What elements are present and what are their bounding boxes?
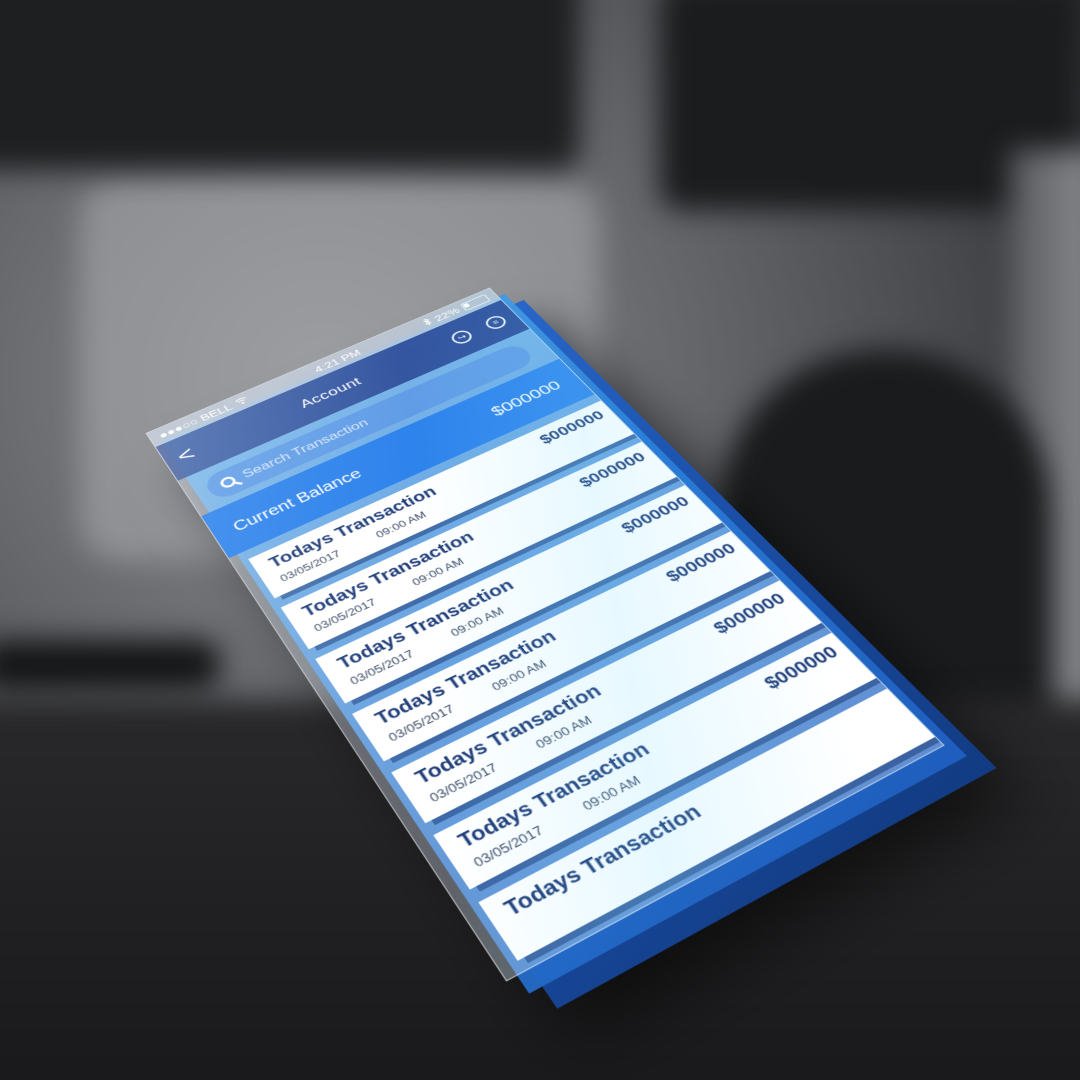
app-mockup: ●●●○○ BELL 4:21 PM 22% < Account ↪ ≡ Sea… bbox=[145, 287, 997, 1009]
menu-icon: ≡ bbox=[482, 313, 510, 332]
mockup-stage: ●●●○○ BELL 4:21 PM 22% < Account ↪ ≡ Sea… bbox=[0, 0, 1080, 1080]
back-button[interactable]: < bbox=[173, 439, 211, 468]
balance-value: $000000 bbox=[487, 377, 565, 420]
search-icon bbox=[218, 474, 239, 490]
bluetooth-icon bbox=[421, 317, 434, 328]
app-screen: ●●●○○ BELL 4:21 PM 22% < Account ↪ ≡ Sea… bbox=[145, 287, 945, 982]
logout-button[interactable]: ↪ bbox=[448, 328, 476, 347]
menu-button[interactable]: ≡ bbox=[482, 313, 510, 332]
logout-icon: ↪ bbox=[448, 328, 476, 347]
